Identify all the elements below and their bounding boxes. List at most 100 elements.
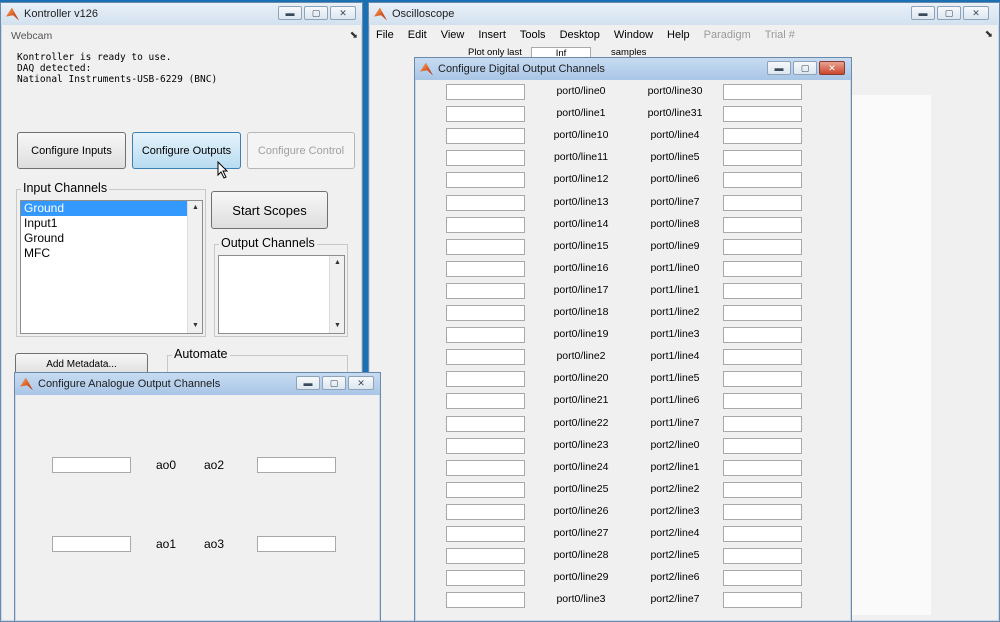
digital-channel-input-left[interactable] [446,570,525,587]
close-button[interactable]: ✕ [819,61,845,75]
digital-channel-input-right[interactable] [723,260,802,277]
ao0-input[interactable] [52,457,131,473]
digital-channel-input-right[interactable] [723,437,802,454]
dock-icon[interactable]: ⬊ [985,29,993,40]
digital-channel-input-left[interactable] [446,305,525,321]
digital-channel-input-right[interactable] [723,481,802,498]
digital-channel-input-right[interactable] [723,459,802,476]
scroll-up-icon[interactable]: ▲ [330,256,344,270]
menu-trial[interactable]: Trial # [758,29,802,41]
digital-channel-input-left[interactable] [446,371,525,388]
minimize-button[interactable]: ▬ [767,61,791,75]
digital-channel-input-right[interactable] [723,327,802,344]
digital-channel-input-right[interactable] [723,503,802,520]
maximize-button[interactable]: ▢ [304,6,328,20]
digital-channel-input-right[interactable] [723,106,802,123]
input-list-scrollbar[interactable]: ▲ ▼ [187,201,202,333]
digital-channel-input-right[interactable] [723,349,802,366]
configure-inputs-button[interactable]: Configure Inputs [17,132,126,169]
digital-channel-label-right: port0/line9 [650,239,700,252]
kontroller-titlebar[interactable]: Kontroller v126 ▬ ▢ ✕ [1,3,362,25]
minimize-button[interactable]: ▬ [911,6,935,20]
oscilloscope-titlebar[interactable]: Oscilloscope ▬ ▢ ✕ [369,3,999,25]
menu-paradigm[interactable]: Paradigm [697,29,758,41]
digital-channel-input-left[interactable] [446,84,525,100]
digital-channel-input-right[interactable] [723,150,802,167]
analogue-output-titlebar[interactable]: Configure Analogue Output Channels ▬ ▢ ✕ [15,373,380,395]
digital-channel-input-left[interactable] [446,194,525,211]
digital-output-titlebar[interactable]: Configure Digital Output Channels ▬ ▢ ✕ [415,58,851,80]
menu-webcam[interactable]: Webcam [11,30,52,42]
close-button[interactable]: ✕ [330,6,356,20]
digital-channel-input-right[interactable] [723,548,802,565]
digital-channel-input-left[interactable] [446,393,525,410]
digital-channel-input-right[interactable] [723,194,802,211]
digital-channel-input-left[interactable] [446,415,525,432]
digital-channel-input-left[interactable] [446,437,525,454]
digital-channel-input-left[interactable] [446,526,525,542]
digital-channel-input-right[interactable] [723,238,802,255]
digital-channel-input-left[interactable] [446,327,525,344]
minimize-button[interactable]: ▬ [296,376,320,390]
digital-channel-input-right[interactable] [723,415,802,432]
digital-channel-input-right[interactable] [723,172,802,189]
ao2-input[interactable] [257,457,336,473]
input-channels-list[interactable]: Ground Input1 Ground MFC ▲ ▼ [20,200,203,334]
list-item[interactable]: Ground [21,201,202,216]
digital-channel-input-right[interactable] [723,371,802,388]
list-item[interactable]: MFC [21,246,202,261]
digital-channel-input-left[interactable] [446,349,525,366]
digital-channel-input-left[interactable] [446,548,525,565]
menu-edit[interactable]: Edit [401,29,434,41]
menu-view[interactable]: View [434,29,472,41]
digital-channel-input-left[interactable] [446,216,525,233]
menu-insert[interactable]: Insert [471,29,513,41]
digital-channel-input-left[interactable] [446,459,525,476]
start-scopes-button[interactable]: Start Scopes [211,191,328,229]
configure-control-button[interactable]: Configure Control [247,132,355,169]
minimize-button[interactable]: ▬ [278,6,302,20]
digital-channel-input-right[interactable] [723,393,802,410]
ao3-input[interactable] [257,536,336,552]
digital-channel-input-right[interactable] [723,216,802,233]
digital-channel-input-right[interactable] [723,592,802,609]
maximize-button[interactable]: ▢ [322,376,346,390]
list-item[interactable]: Input1 [21,216,202,231]
close-button[interactable]: ✕ [963,6,989,20]
digital-channel-input-right[interactable] [723,128,802,145]
digital-channel-input-left[interactable] [446,238,525,255]
maximize-button[interactable]: ▢ [937,6,961,20]
scroll-down-icon[interactable]: ▼ [188,319,202,333]
close-button[interactable]: ✕ [348,376,374,390]
digital-channel-input-right[interactable] [723,526,802,542]
digital-channel-input-left[interactable] [446,282,525,299]
ao1-input[interactable] [52,536,131,552]
digital-channel-input-left[interactable] [446,481,525,498]
menu-desktop[interactable]: Desktop [553,29,607,41]
digital-channel-input-left[interactable] [446,150,525,167]
dock-icon[interactable]: ⬊ [350,30,358,41]
output-list-scrollbar[interactable]: ▲ ▼ [329,256,344,333]
scope-axes-area[interactable] [849,95,931,615]
menu-tools[interactable]: Tools [513,29,553,41]
digital-channel-input-right[interactable] [723,282,802,299]
digital-channel-input-left[interactable] [446,128,525,145]
digital-channel-label-left: port0/line3 [556,593,606,606]
digital-channel-input-left[interactable] [446,106,525,123]
scroll-down-icon[interactable]: ▼ [330,319,344,333]
digital-channel-input-left[interactable] [446,260,525,277]
digital-channel-input-left[interactable] [446,503,525,520]
digital-channel-input-right[interactable] [723,570,802,587]
output-channels-list[interactable]: ▲ ▼ [218,255,345,334]
digital-channel-input-right[interactable] [723,84,802,100]
menu-window[interactable]: Window [607,29,660,41]
digital-channel-label-left: port0/line10 [553,129,609,142]
digital-channel-input-left[interactable] [446,592,525,609]
digital-channel-input-right[interactable] [723,305,802,321]
list-item[interactable]: Ground [21,231,202,246]
menu-help[interactable]: Help [660,29,697,41]
menu-file[interactable]: File [369,29,401,41]
digital-channel-input-left[interactable] [446,172,525,189]
scroll-up-icon[interactable]: ▲ [188,201,202,215]
maximize-button[interactable]: ▢ [793,61,817,75]
